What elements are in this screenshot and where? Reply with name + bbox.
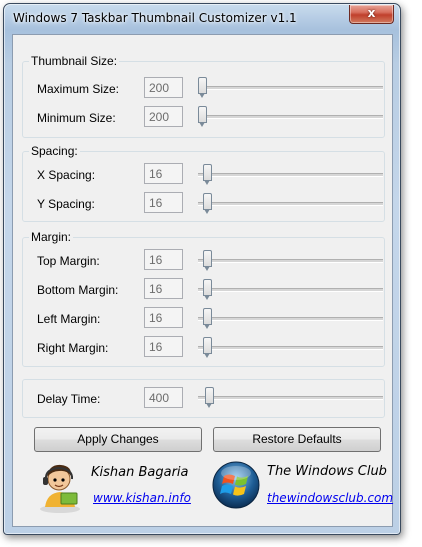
- slider-track: [198, 396, 383, 400]
- left-margin-slider[interactable]: [198, 308, 383, 332]
- bottom-margin-slider[interactable]: [198, 279, 383, 303]
- slider-thumb[interactable]: [203, 164, 212, 185]
- delay-time-field[interactable]: 400: [144, 387, 183, 408]
- slider-track: [198, 202, 383, 206]
- minimum-size-slider[interactable]: [198, 106, 383, 130]
- slider-track: [198, 173, 383, 177]
- delay-time-label: Delay Time:: [37, 392, 101, 406]
- author-name: Kishan Bagaria: [91, 465, 189, 480]
- author-avatar-icon: [37, 459, 83, 513]
- y-spacing-slider[interactable]: [198, 193, 383, 217]
- slider-thumb[interactable]: [203, 193, 212, 214]
- right-margin-label: Right Margin:: [37, 341, 109, 355]
- club-link[interactable]: thewindowsclub.com: [267, 491, 393, 505]
- bottom-margin-field[interactable]: 16: [144, 278, 183, 299]
- window-title: Windows 7 Taskbar Thumbnail Customizer v…: [13, 11, 297, 25]
- apply-changes-button[interactable]: Apply Changes: [34, 427, 202, 452]
- group-title-thumbnail-size: Thumbnail Size:: [29, 54, 120, 68]
- right-margin-slider[interactable]: [198, 337, 383, 361]
- maximum-size-label: Maximum Size:: [37, 82, 120, 96]
- windows-logo-icon: [211, 460, 261, 510]
- slider-track: [198, 259, 383, 263]
- slider-track: [198, 115, 383, 119]
- minimum-size-label: Minimum Size:: [37, 111, 116, 125]
- slider-thumb[interactable]: [203, 308, 212, 329]
- x-spacing-field[interactable]: 16: [144, 163, 183, 184]
- top-margin-field[interactable]: 16: [144, 249, 183, 270]
- delay-time-slider[interactable]: [198, 387, 383, 411]
- club-name: The Windows Club: [267, 464, 387, 479]
- slider-thumb[interactable]: [203, 279, 212, 300]
- right-margin-field[interactable]: 16: [144, 336, 183, 357]
- slider-thumb[interactable]: [203, 337, 212, 358]
- close-button[interactable]: x: [349, 5, 394, 24]
- slider-track: [198, 86, 383, 90]
- group-title-margin: Margin:: [29, 230, 74, 244]
- slider-thumb[interactable]: [203, 250, 212, 271]
- y-spacing-field[interactable]: 16: [144, 192, 183, 213]
- slider-thumb[interactable]: [198, 106, 207, 127]
- slider-thumb[interactable]: [205, 387, 214, 408]
- top-margin-label: Top Margin:: [37, 254, 100, 268]
- title-bar[interactable]: Windows 7 Taskbar Thumbnail Customizer v…: [4, 4, 400, 30]
- slider-track: [198, 288, 383, 292]
- restore-defaults-button[interactable]: Restore Defaults: [213, 427, 381, 452]
- group-title-spacing: Spacing:: [29, 144, 80, 158]
- x-spacing-label: X Spacing:: [37, 168, 96, 182]
- slider-track: [198, 346, 383, 350]
- minimum-size-field[interactable]: 200: [144, 106, 183, 127]
- app-window: Windows 7 Taskbar Thumbnail Customizer v…: [3, 3, 401, 535]
- client-area: Thumbnail Size: Spacing: Margin: Maximum…: [12, 34, 393, 527]
- close-icon: x: [367, 6, 376, 20]
- left-margin-label: Left Margin:: [37, 312, 101, 326]
- author-link[interactable]: www.kishan.info: [93, 491, 191, 505]
- maximum-size-slider[interactable]: [198, 77, 383, 101]
- left-margin-field[interactable]: 16: [144, 307, 183, 328]
- maximum-size-field[interactable]: 200: [144, 77, 183, 98]
- y-spacing-label: Y Spacing:: [37, 197, 95, 211]
- slider-track: [198, 317, 383, 321]
- x-spacing-slider[interactable]: [198, 164, 383, 188]
- bottom-margin-label: Bottom Margin:: [37, 283, 119, 297]
- top-margin-slider[interactable]: [198, 250, 383, 274]
- slider-thumb[interactable]: [198, 77, 207, 98]
